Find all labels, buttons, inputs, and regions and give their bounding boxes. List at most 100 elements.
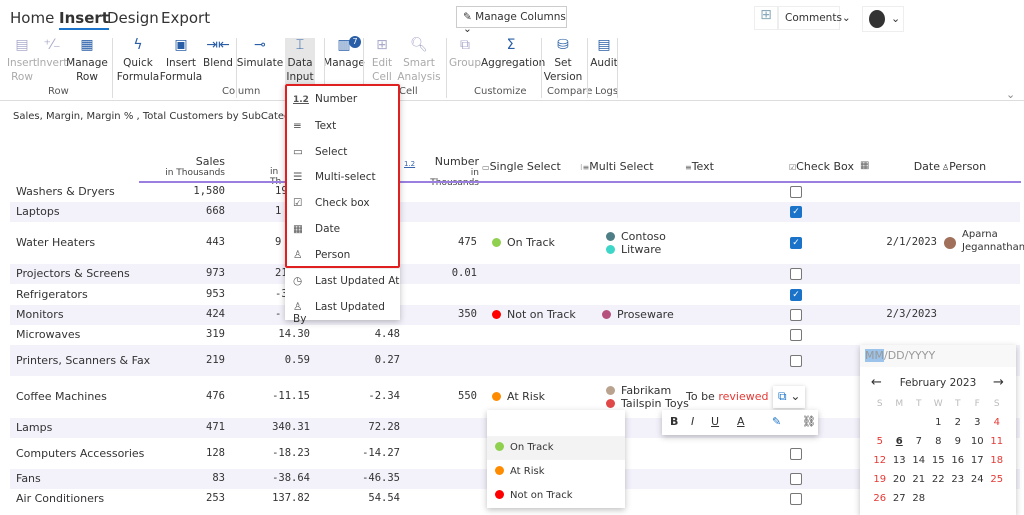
calendar-day[interactable]: 19 bbox=[870, 470, 890, 489]
ribbon-aggregation-button[interactable]: Σ Aggregation bbox=[481, 38, 545, 70]
single-select-cell[interactable]: On Track bbox=[492, 236, 555, 249]
calendar-day[interactable]: 20 bbox=[890, 470, 910, 489]
checkbox[interactable]: ✓ bbox=[790, 237, 802, 249]
calendar-day[interactable]: 26 bbox=[870, 489, 890, 508]
ribbon-simulate-button[interactable]: ⊸ Simulate bbox=[230, 38, 290, 70]
calendar-day[interactable]: 12 bbox=[870, 451, 890, 470]
ribbon-data-input-button[interactable]: ⌶ Data Input bbox=[285, 38, 315, 84]
number-cell[interactable]: 0.01 bbox=[410, 267, 477, 279]
calendar-day[interactable]: 3 bbox=[968, 413, 988, 432]
sales-cell[interactable]: 476 bbox=[140, 390, 225, 402]
calendar-day[interactable]: 23 bbox=[948, 470, 968, 489]
calendar-day[interactable]: 13 bbox=[890, 451, 910, 470]
option-on-track[interactable]: On Track bbox=[487, 436, 625, 460]
calendar-day[interactable]: 8 bbox=[929, 432, 949, 451]
option-not-on-track[interactable]: Not on Track bbox=[487, 484, 625, 508]
header-person[interactable]: ♙Person bbox=[942, 160, 986, 173]
checkbox[interactable]: ✓ bbox=[790, 206, 802, 218]
margin-pct-cell[interactable]: -14.27 bbox=[330, 447, 400, 459]
calendar-day[interactable]: 18 bbox=[987, 451, 1007, 470]
bold-button[interactable]: B bbox=[670, 415, 678, 428]
number-cell[interactable]: 475 bbox=[410, 236, 477, 248]
calendar-day[interactable]: 27 bbox=[890, 489, 910, 508]
option-at-risk[interactable]: At Risk bbox=[487, 460, 625, 484]
calendar-day[interactable]: 14 bbox=[909, 451, 929, 470]
number-cell[interactable]: 350 bbox=[410, 308, 477, 320]
comments-button[interactable]: Comments⌄ bbox=[778, 6, 851, 30]
checkbox[interactable] bbox=[790, 447, 802, 460]
header-single-select[interactable]: ▭Single Select bbox=[482, 160, 561, 173]
checkbox[interactable] bbox=[790, 493, 802, 505]
sales-cell[interactable]: 319 bbox=[140, 328, 225, 340]
tab-insert[interactable]: Insert bbox=[59, 9, 109, 30]
sales-cell[interactable]: 83 bbox=[140, 472, 225, 484]
calendar-day[interactable]: 7 bbox=[909, 432, 929, 451]
calendar-day[interactable]: 15 bbox=[929, 451, 949, 470]
calendar-day[interactable]: 11 bbox=[987, 432, 1007, 451]
margin-cell[interactable]: - bbox=[275, 308, 281, 320]
user-avatar-button[interactable]: ⌄ bbox=[862, 6, 904, 32]
sales-cell[interactable]: 1,580 bbox=[140, 185, 225, 197]
header-sales[interactable]: Sales in Thousands bbox=[140, 155, 225, 178]
multi-select-tag[interactable]: Proseware bbox=[602, 308, 674, 321]
collapse-ribbon-icon[interactable]: ⌄ bbox=[1006, 88, 1015, 101]
margin-cell[interactable]: 137.82 bbox=[240, 492, 310, 504]
margin-cell[interactable]: 340.31 bbox=[240, 421, 310, 433]
margin-cell[interactable]: -11.15 bbox=[240, 390, 310, 402]
tab-home[interactable]: Home bbox=[10, 9, 54, 27]
margin-cell[interactable]: 1 bbox=[275, 205, 281, 217]
checkbox[interactable] bbox=[790, 186, 802, 198]
sales-cell[interactable]: 128 bbox=[140, 447, 225, 459]
header-text[interactable]: ≡Text bbox=[685, 160, 714, 173]
multi-select-tag[interactable]: Contoso bbox=[606, 230, 666, 243]
italic-button[interactable]: I bbox=[691, 415, 694, 428]
header-multi-select[interactable]: ⁝≡Multi Select bbox=[580, 160, 654, 173]
margin-cell[interactable]: -18.23 bbox=[240, 447, 310, 459]
date-cell[interactable]: 2/3/2023 bbox=[870, 308, 937, 320]
margin-pct-cell[interactable]: 0.27 bbox=[330, 354, 400, 366]
date-cell[interactable]: 2/1/2023 bbox=[870, 236, 937, 248]
checkbox[interactable] bbox=[790, 268, 802, 280]
margin-pct-cell[interactable]: 72.28 bbox=[330, 421, 400, 433]
number-cell[interactable]: 550 bbox=[410, 390, 477, 402]
margin-cell[interactable]: 14.30 bbox=[240, 328, 310, 340]
checkbox[interactable] bbox=[790, 329, 802, 341]
checkbox[interactable] bbox=[790, 354, 802, 367]
sales-cell[interactable]: 953 bbox=[140, 288, 225, 300]
calendar-day[interactable]: 5 bbox=[870, 432, 890, 451]
margin-cell[interactable]: 0.59 bbox=[240, 354, 310, 366]
header-date[interactable]: Date bbox=[880, 160, 940, 173]
single-select-cell[interactable]: Not on Track bbox=[492, 308, 576, 321]
checkbox[interactable] bbox=[790, 309, 802, 321]
sales-cell[interactable]: 443 bbox=[140, 236, 225, 248]
margin-pct-cell[interactable]: 54.54 bbox=[330, 492, 400, 504]
highlight-button[interactable]: ✎ bbox=[772, 415, 781, 428]
link-button[interactable]: ⛓ bbox=[802, 415, 816, 428]
sales-cell[interactable]: 668 bbox=[140, 205, 225, 217]
margin-cell[interactable]: 9 bbox=[275, 236, 281, 248]
text-cell[interactable]: To be reviewed bbox=[686, 390, 768, 403]
calendar-day[interactable]: 28 bbox=[909, 489, 929, 508]
calendar-day[interactable]: 9 bbox=[948, 432, 968, 451]
font-color-button[interactable]: A bbox=[737, 415, 745, 428]
margin-pct-cell[interactable]: -2.34 bbox=[330, 390, 400, 402]
margin-cell[interactable]: -38.64 bbox=[240, 472, 310, 484]
tab-design[interactable]: Design bbox=[107, 9, 159, 27]
menu-item-last-updated-at[interactable]: ◷ Last Updated At bbox=[293, 275, 399, 287]
multi-select-tag[interactable]: Tailspin Toys bbox=[606, 397, 689, 410]
date-input[interactable]: MM/DD/YYYY bbox=[860, 345, 1016, 367]
person-cell[interactable]: Aparna Jegannathan bbox=[962, 228, 1024, 254]
next-month-button[interactable]: → bbox=[993, 375, 1004, 390]
sales-cell[interactable]: 424 bbox=[140, 308, 225, 320]
underline-button[interactable]: U bbox=[711, 415, 719, 428]
header-check-box[interactable]: ☑Check Box bbox=[789, 160, 854, 173]
add-comment-button[interactable]: ⊞ bbox=[754, 6, 778, 30]
calendar-day[interactable]: 16 bbox=[948, 451, 968, 470]
multi-select-tag[interactable]: Litware bbox=[606, 243, 661, 256]
sales-cell[interactable]: 219 bbox=[140, 354, 225, 366]
margin-pct-cell[interactable]: -46.35 bbox=[330, 472, 400, 484]
checkbox[interactable] bbox=[790, 473, 802, 485]
single-select-cell[interactable]: At Risk bbox=[492, 390, 545, 403]
sales-cell[interactable]: 471 bbox=[140, 421, 225, 433]
manage-columns-button[interactable]: ✎ Manage Columns ⌄ bbox=[456, 6, 567, 35]
